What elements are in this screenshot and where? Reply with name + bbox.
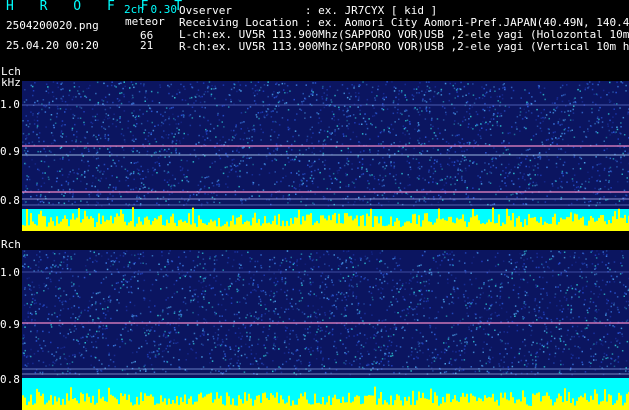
station-info: Ovserver : ex. JR7CYX [ kid ] Receiving …	[0, 0, 629, 54]
noise-layer	[22, 250, 629, 376]
level-bars	[22, 207, 629, 231]
rch-waterfall	[22, 250, 629, 410]
lch-tick-0-8: 0.8	[0, 194, 20, 207]
rch-tick-0-8: 0.8	[0, 373, 20, 386]
rch-label: Rch	[1, 238, 21, 251]
rch-receiver-line: R-ch:ex. UV5R 113.900Mhz(SAPPORO VOR)USB…	[179, 40, 629, 53]
noise-layer	[22, 81, 629, 207]
khz-unit-label: kHz	[1, 76, 21, 89]
lch-tick-1-0: 1.0	[0, 98, 20, 111]
level-bars	[22, 378, 629, 410]
rch-spectrogram	[22, 250, 629, 410]
lch-waterfall	[22, 81, 629, 231]
rch-tick-0-9: 0.9	[0, 318, 20, 331]
lch-spectrogram	[22, 81, 629, 231]
rch-tick-1-0: 1.0	[0, 266, 20, 279]
lch-tick-0-9: 0.9	[0, 145, 20, 158]
